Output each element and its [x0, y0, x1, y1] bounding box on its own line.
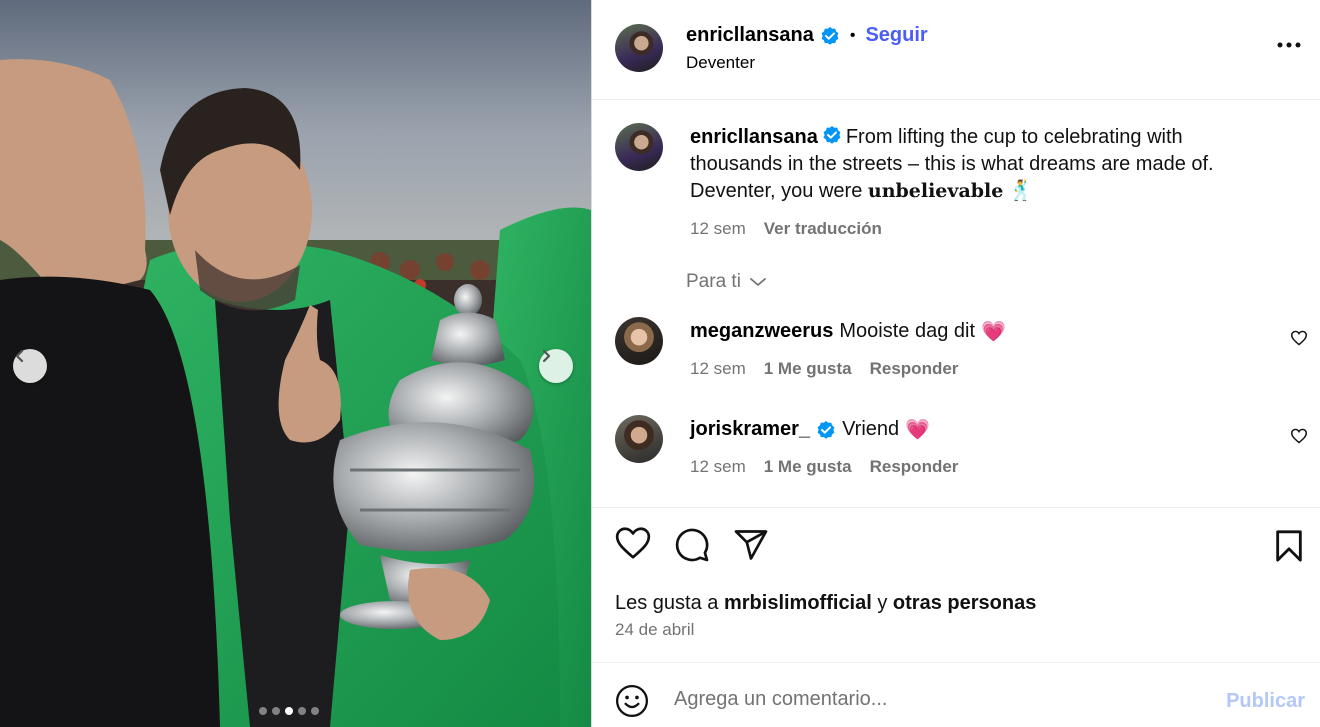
comment-emoji: 💗: [981, 321, 1006, 343]
separator-dot: •: [849, 26, 856, 44]
comment-like-button[interactable]: [1290, 428, 1308, 449]
emoji-button[interactable]: [615, 684, 649, 723]
likes-summary: Les gusta a mrbislimofficial y otras per…: [615, 592, 1036, 615]
carousel-dot: [272, 707, 280, 715]
likes-prefix: Les gusta a: [615, 592, 719, 614]
commenter-avatar[interactable]: [615, 415, 663, 463]
header-divider: [592, 99, 1320, 100]
comments-filter-dropdown[interactable]: Para ti: [686, 271, 767, 293]
comment-time[interactable]: 12 sem: [690, 457, 746, 476]
bookmark-icon: [1276, 530, 1302, 562]
post-header: enricllansana • Seguir: [686, 24, 928, 47]
comment-emoji: 💗: [905, 419, 931, 441]
comment-meta: 12 sem 1 Me gusta Responder: [690, 457, 976, 477]
share-icon: [734, 530, 768, 560]
chevron-down-icon: [750, 278, 766, 286]
author-avatar[interactable]: [615, 24, 663, 72]
comment-meta: 12 sem 1 Me gusta Responder: [690, 359, 976, 379]
post-media[interactable]: [0, 0, 591, 727]
reply-button[interactable]: Responder: [870, 359, 959, 378]
emoji-icon: [615, 684, 649, 718]
comment-likes-count[interactable]: 1 Me gusta: [764, 457, 852, 476]
translate-button[interactable]: Ver traducción: [764, 219, 882, 238]
carousel-dot: [298, 707, 306, 715]
verified-badge-icon: [823, 126, 841, 144]
post-location[interactable]: Deventer: [686, 53, 755, 73]
share-button[interactable]: [733, 527, 769, 568]
heart-icon: [1290, 428, 1308, 444]
comments-divider: [592, 507, 1320, 508]
carousel-dot: [285, 707, 293, 715]
comments-filter-label: Para ti: [686, 271, 741, 292]
heart-icon: [615, 527, 651, 559]
caption-meta: 12 sem Ver traducción: [690, 215, 1250, 242]
post-date[interactable]: 24 de abril: [615, 620, 694, 640]
chevron-left-icon: [15, 349, 24, 363]
comment-input[interactable]: [674, 681, 1194, 717]
caption-author-avatar[interactable]: [615, 123, 663, 171]
comment-icon: [675, 528, 709, 562]
caption-emoji: 🕺: [1008, 180, 1034, 202]
chevron-right-icon: [542, 349, 551, 363]
caption-bold-text: 𝐮𝐧𝐛𝐞𝐥𝐢𝐞𝐯𝐚𝐛𝐥𝐞: [867, 180, 1004, 202]
caption-time[interactable]: 12 sem: [690, 219, 746, 238]
post-caption: enricllansana From lifting the cup to ce…: [690, 124, 1250, 242]
heart-icon: [1290, 330, 1308, 346]
carousel-indicator: [259, 707, 319, 715]
commenter-avatar[interactable]: [615, 317, 663, 365]
likes-and: y: [877, 592, 888, 614]
verified-badge-icon: [817, 420, 835, 439]
caption-username[interactable]: enricllansana: [690, 126, 818, 148]
comment-text: Vriend: [842, 418, 900, 440]
save-button[interactable]: [1274, 529, 1304, 568]
comment-likes-count[interactable]: 1 Me gusta: [764, 359, 852, 378]
likes-others-link[interactable]: otras personas: [893, 592, 1036, 614]
commenter-username[interactable]: joriskramer_: [690, 418, 810, 441]
like-button[interactable]: [614, 525, 652, 566]
carousel-dot: [259, 707, 267, 715]
carousel-dot: [311, 707, 319, 715]
comment-text: Mooiste dag dit: [839, 320, 976, 342]
post-photo: [0, 0, 591, 727]
more-options-icon: [1277, 42, 1301, 48]
commenter-username[interactable]: meganzweerus: [690, 320, 833, 343]
reply-button[interactable]: Responder: [870, 457, 959, 476]
post-details-panel: enricllansana • Seguir Deventer enriclla…: [592, 0, 1320, 727]
more-options-button[interactable]: [1277, 35, 1301, 53]
carousel-next-button[interactable]: [539, 349, 573, 383]
verified-badge-icon: [821, 26, 839, 45]
comment-button[interactable]: [674, 527, 710, 568]
carousel-prev-button[interactable]: [13, 349, 47, 383]
comment-like-button[interactable]: [1290, 330, 1308, 351]
comment-time[interactable]: 12 sem: [690, 359, 746, 378]
publish-button[interactable]: Publicar: [1226, 690, 1305, 713]
likes-user-link[interactable]: mrbislimofficial: [724, 592, 872, 614]
follow-button[interactable]: Seguir: [865, 24, 927, 47]
post-action-bar: [592, 525, 1320, 569]
author-username[interactable]: enricllansana: [686, 24, 814, 47]
comment-composer: Publicar: [592, 662, 1320, 727]
